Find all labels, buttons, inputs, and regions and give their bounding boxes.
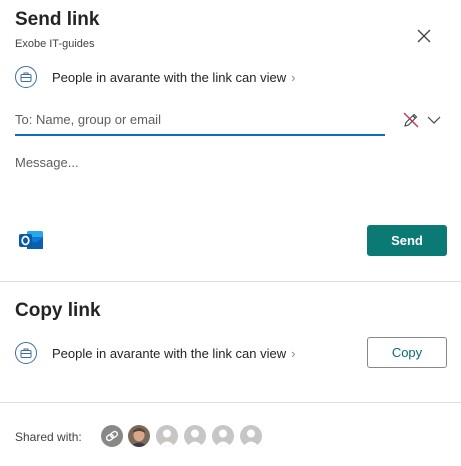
outlook-icon [19, 231, 43, 249]
shared-placeholder-avatar[interactable] [156, 425, 178, 447]
shared-with-label: Shared with: [15, 430, 82, 444]
person-icon [159, 429, 175, 447]
person-icon [187, 429, 203, 447]
message-field[interactable] [15, 155, 445, 195]
chevron-right-icon: › [291, 345, 296, 361]
shared-placeholder-avatar[interactable] [212, 425, 234, 447]
send-permission-setting[interactable]: People in avarante with the link can vie… [15, 66, 295, 88]
person-icon [243, 429, 259, 447]
briefcase-icon [15, 66, 37, 88]
shared-placeholder-avatar[interactable] [240, 425, 262, 447]
link-settings-button[interactable] [401, 110, 421, 130]
section-divider [0, 402, 461, 403]
briefcase-icon [15, 342, 37, 364]
send-permission-text: People in avarante with the link can vie… [52, 69, 287, 85]
copy-permission-setting[interactable]: People in avarante with the link can vie… [15, 342, 295, 364]
chevron-down-icon [427, 116, 441, 124]
copy-button[interactable]: Copy [367, 337, 447, 368]
user-photo [128, 425, 150, 447]
recipient-input-underline [15, 134, 385, 136]
close-button[interactable] [413, 25, 435, 47]
shared-placeholder-avatar[interactable] [184, 425, 206, 447]
section-divider [0, 281, 461, 282]
shared-user-avatar[interactable] [128, 425, 150, 447]
shared-link-avatar[interactable] [101, 425, 123, 447]
close-icon [417, 29, 431, 43]
chevron-right-icon: › [291, 69, 296, 85]
send-link-title: Send link [15, 9, 100, 30]
send-button[interactable]: Send [367, 225, 447, 256]
pencil-off-icon [403, 112, 419, 128]
copy-link-title: Copy link [15, 300, 101, 321]
person-icon [215, 429, 231, 447]
link-icon [105, 430, 119, 442]
site-subtitle: Exobe IT-guides [15, 38, 95, 50]
outlook-button[interactable] [17, 226, 45, 254]
recipient-input[interactable] [15, 112, 380, 127]
link-settings-dropdown[interactable] [426, 112, 442, 128]
copy-permission-text: People in avarante with the link can vie… [52, 345, 287, 361]
